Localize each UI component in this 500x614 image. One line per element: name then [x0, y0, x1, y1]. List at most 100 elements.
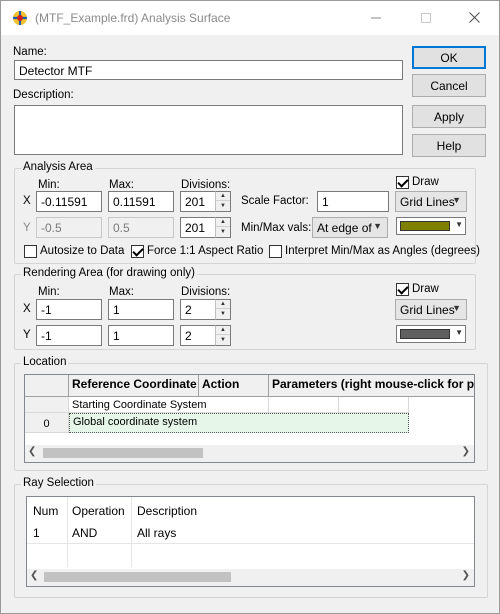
location-header-parameters[interactable]: Parameters (right mouse-click for po: [269, 375, 474, 397]
analysis-area-title: Analysis Area: [21, 161, 95, 173]
window-title: (MTF_Example.frd) Analysis Surface: [35, 11, 231, 25]
force-aspect-label: Force 1:1 Aspect Ratio: [147, 245, 264, 257]
ray-row-description[interactable]: All rays: [137, 526, 176, 540]
maximize-button[interactable]: [403, 1, 449, 34]
analysis-y-min-field: -0.5: [36, 217, 102, 238]
title-bar[interactable]: (MTF_Example.frd) Analysis Surface: [1, 1, 499, 35]
ray-header-description[interactable]: Description: [137, 504, 197, 518]
force-aspect-checkbox[interactable]: [131, 245, 144, 258]
rendering-area-title: Rendering Area (for drawing only): [21, 267, 197, 279]
rendering-grid-style-value: Grid Lines: [400, 303, 455, 317]
analysis-y-divisions-spinner[interactable]: ▲ ▼: [215, 217, 231, 238]
rendering-max-label: Max:: [109, 286, 134, 298]
rendering-x-label: X: [23, 303, 31, 315]
minimize-button[interactable]: [353, 1, 399, 34]
location-corner-header: [25, 375, 69, 397]
minimize-icon: [371, 17, 381, 18]
analysis-draw-label: Draw: [412, 176, 439, 188]
spin-up-icon[interactable]: ▲: [216, 300, 230, 309]
ray-selection-hscrollbar[interactable]: ❮ ❯: [27, 569, 474, 586]
column-divider: [67, 497, 68, 567]
spin-up-icon[interactable]: ▲: [216, 326, 230, 335]
rendering-y-label: Y: [23, 329, 31, 341]
spin-down-icon[interactable]: ▼: [216, 228, 230, 237]
cancel-button[interactable]: Cancel: [412, 74, 486, 97]
analysis-y-max-field: 0.5: [108, 217, 174, 238]
spin-up-icon[interactable]: ▲: [216, 192, 230, 201]
scroll-right-icon[interactable]: ❯: [462, 446, 470, 457]
rendering-min-label: Min:: [38, 286, 60, 298]
rendering-x-divisions-spinner[interactable]: ▲ ▼: [215, 299, 231, 320]
rendering-y-min-field[interactable]: -1: [36, 325, 102, 346]
location-hscrollbar[interactable]: ❮ ❯: [25, 445, 474, 462]
scroll-right-icon[interactable]: ❯: [462, 570, 470, 581]
ray-row-num[interactable]: 1: [33, 526, 40, 540]
ok-button[interactable]: OK: [412, 46, 486, 69]
autosize-checkbox[interactable]: [24, 245, 37, 258]
spin-down-icon[interactable]: ▼: [216, 202, 230, 211]
rendering-y-divisions-spinner[interactable]: ▲ ▼: [215, 325, 231, 346]
chevron-down-icon: ▼: [452, 303, 461, 313]
description-label: Description:: [13, 89, 74, 101]
rendering-grid-style-select[interactable]: Grid Lines ▼: [395, 299, 467, 320]
chevron-down-icon: ▼: [455, 328, 463, 337]
analysis-x-divisions-field[interactable]: 201: [180, 191, 216, 212]
analysis-x-label: X: [23, 195, 31, 207]
minmax-vals-value: At edge of: [317, 221, 372, 235]
location-row-header-empty: [25, 397, 69, 413]
minmax-vals-select[interactable]: At edge of ▼: [312, 217, 388, 238]
scroll-left-icon[interactable]: ❮: [28, 446, 36, 457]
maximize-icon: [421, 12, 431, 23]
autosize-label: Autosize to Data: [40, 245, 125, 257]
row-divider: [27, 543, 474, 544]
location-cell[interactable]: [339, 397, 409, 413]
analysis-x-max-field[interactable]: 0.11591: [108, 191, 174, 212]
analysis-grid-style-value: Grid Lines: [400, 195, 455, 209]
scroll-left-icon[interactable]: ❮: [30, 570, 38, 581]
help-button[interactable]: Help: [412, 134, 486, 157]
rendering-draw-checkbox[interactable]: [396, 283, 409, 296]
close-button[interactable]: [451, 1, 497, 34]
location-starting-system: Starting Coordinate System: [69, 397, 269, 413]
scale-factor-label: Scale Factor:: [241, 195, 309, 207]
rendering-x-max-field[interactable]: 1: [108, 299, 174, 320]
analysis-y-divisions-field[interactable]: 201: [180, 217, 216, 238]
interpret-angles-checkbox[interactable]: [269, 245, 282, 258]
scale-factor-field[interactable]: 1: [317, 191, 389, 212]
description-field[interactable]: [14, 105, 403, 155]
chevron-down-icon: ▼: [452, 195, 461, 205]
ray-hscroll-thumb[interactable]: [44, 572, 231, 582]
rendering-x-min-field[interactable]: -1: [36, 299, 102, 320]
analysis-x-divisions-spinner[interactable]: ▲ ▼: [215, 191, 231, 212]
chevron-down-icon: ▼: [455, 220, 463, 229]
chevron-down-icon: ▼: [373, 221, 382, 231]
analysis-y-label: Y: [23, 222, 31, 234]
interpret-angles-label: Interpret Min/Max as Angles (degrees): [285, 245, 480, 257]
name-label: Name:: [13, 46, 47, 58]
analysis-grid-style-select[interactable]: Grid Lines ▼: [395, 191, 467, 212]
location-global-system[interactable]: Global coordinate system: [69, 413, 409, 433]
ray-header-num[interactable]: Num: [33, 504, 58, 518]
analysis-min-label: Min:: [38, 179, 60, 191]
location-cell[interactable]: [269, 397, 339, 413]
location-header-reference[interactable]: Reference Coordinate: [69, 375, 199, 397]
location-header-action[interactable]: Action: [199, 375, 269, 397]
analysis-draw-checkbox[interactable]: [396, 176, 409, 189]
spin-down-icon[interactable]: ▼: [216, 336, 230, 345]
analysis-color-select[interactable]: ▼: [396, 217, 466, 235]
spin-down-icon[interactable]: ▼: [216, 310, 230, 319]
rendering-color-select[interactable]: ▼: [396, 325, 466, 343]
rendering-x-divisions-field[interactable]: 2: [180, 299, 216, 320]
ray-row-operation[interactable]: AND: [72, 526, 97, 540]
ray-header-operation[interactable]: Operation: [72, 504, 125, 518]
app-icon: [13, 11, 27, 25]
analysis-x-min-field[interactable]: -0.11591: [36, 191, 102, 212]
close-icon: [468, 12, 480, 23]
location-hscroll-thumb[interactable]: [43, 448, 203, 458]
name-field[interactable]: Detector MTF: [14, 60, 403, 80]
rendering-y-divisions-field[interactable]: 2: [180, 325, 216, 346]
rendering-y-max-field[interactable]: 1: [108, 325, 174, 346]
apply-button[interactable]: Apply: [412, 105, 486, 128]
ray-selection-title: Ray Selection: [21, 477, 96, 489]
spin-up-icon[interactable]: ▲: [216, 218, 230, 227]
